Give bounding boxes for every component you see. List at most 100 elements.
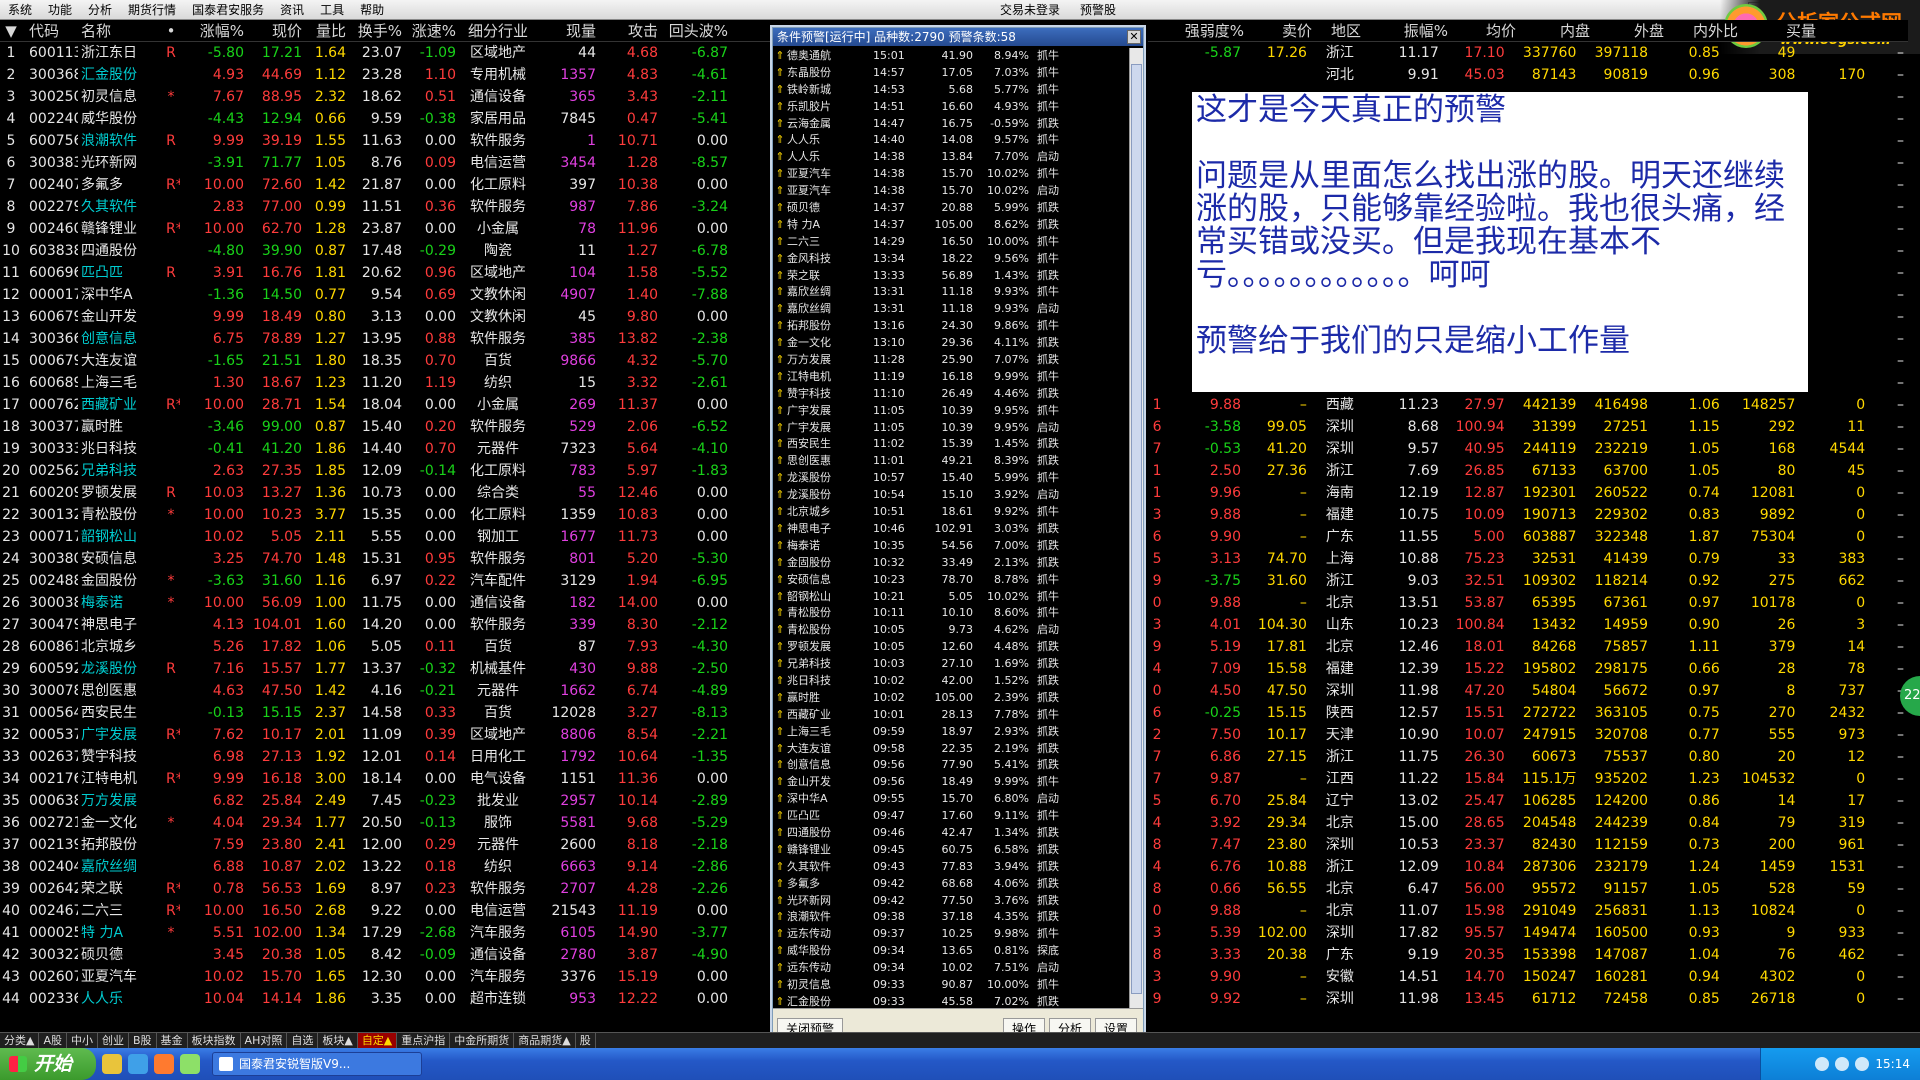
alert-row[interactable]: ⇑ 远东传动 09:34 10.02 7.51% 启动 — [773, 960, 1129, 977]
alert-row[interactable]: ⇑ 青松股份 10:11 10.10 8.60% 抓牛 — [773, 605, 1129, 622]
menu-futures[interactable]: 期货行情 — [120, 0, 184, 20]
table-row[interactable]: 1 2.50 27.36 浙江 7.69 26.85 67133 63700 1.05 80 45– — [1148, 460, 1908, 482]
close-icon[interactable]: ✕ — [1127, 30, 1141, 44]
table-row[interactable]: 16 600689 上海三毛 1.30 18.67 1.23 11.20 1.19 纺织 15 3.… — [0, 372, 772, 394]
tab-10[interactable]: 自定▲ — [357, 1033, 398, 1048]
alert-row[interactable]: ⇑ 久其软件 09:43 77.83 3.94% 抓跌 — [773, 859, 1129, 876]
alert-row[interactable]: ⇑ 铁岭新城 14:53 5.68 5.77% 抓牛 — [773, 82, 1129, 99]
column-header[interactable]: • — [166, 20, 180, 41]
alert-row[interactable]: ⇑ 人人乐 14:40 14.08 9.57% 抓牛 — [773, 132, 1129, 149]
alert-row[interactable]: ⇑ 荣之联 13:33 56.89 1.43% 抓跌 — [773, 268, 1129, 285]
table-row[interactable]: 30 300078 思创医惠 4.63 47.50 1.42 4.16 -0.21 元器件 166… — [0, 680, 772, 702]
alert-row[interactable]: ⇑ 思创医惠 11:01 49.21 8.39% 抓跌 — [773, 453, 1129, 470]
table-row[interactable]: 9002460赣锋锂业R*10.0062.701.2823.870.00小金属7… — [0, 218, 772, 240]
alert-row[interactable]: ⇑ 浪潮软件 09:38 37.18 4.35% 抓跌 — [773, 909, 1129, 926]
tab-14[interactable]: 股 — [576, 1033, 596, 1048]
column-header[interactable]: 外盘 — [1594, 20, 1668, 41]
table-row[interactable]: 37 002139 拓邦股份 7.59 23.80 2.41 12.00 0.29 元器件 260… — [0, 834, 772, 856]
tab-7[interactable]: AH对照 — [241, 1033, 288, 1048]
alert-row[interactable]: ⇑ 龙溪股份 10:57 15.40 5.99% 抓牛 — [773, 470, 1129, 487]
alert-row[interactable]: ⇑ 万方发展 11:28 25.90 7.07% 抓跌 — [773, 352, 1129, 369]
alert-row[interactable]: ⇑ 光环新网 09:42 77.50 3.76% 抓跌 — [773, 893, 1129, 910]
alert-row[interactable]: ⇑ 兄弟科技 10:03 27.10 1.69% 抓跌 — [773, 656, 1129, 673]
table-row[interactable]: 22 300132 青松股份 * 10.00 10.23 3.77 15.35 0.00 化工原料… — [0, 504, 772, 526]
tab-5[interactable]: 基金 — [157, 1033, 188, 1048]
table-row[interactable]: 7 6.86 27.15 浙江 11.75 26.30 60673 75537 0.80 20 12… — [1148, 746, 1908, 768]
table-row[interactable]: 河北 9.91 45.03 87143 90819 0.96 308 170– — [1148, 64, 1908, 86]
menu-help[interactable]: 帮助 — [352, 0, 392, 20]
table-row[interactable]: 23 000717 韶钢松山 10.02 5.05 2.11 5.55 0.00 钢加工 1677… — [0, 526, 772, 548]
network-icon[interactable] — [1815, 1057, 1830, 1071]
header-menu-icon[interactable]: ▼ — [0, 20, 26, 41]
column-header[interactable]: 名称 — [78, 20, 166, 41]
start-button[interactable]: 开始 — [0, 1048, 96, 1080]
alert-row[interactable]: ⇑ 初灵信息 09:33 90.87 10.00% 抓牛 — [773, 977, 1129, 994]
menu-tools[interactable]: 工具 — [312, 0, 352, 20]
table-row[interactable]: 0 9.88– 北京 11.07 15.98 291049 256831 1.13 10824 0… — [1148, 900, 1908, 922]
table-row[interactable]: 41 000025 特 力A * 5.51 102.00 1.34 17.29 -2.68 汽车服… — [0, 922, 772, 944]
tab-9[interactable]: 板块▲ — [318, 1033, 358, 1048]
app-icon[interactable] — [154, 1054, 174, 1074]
alert-row[interactable]: ⇑ 人人乐 14:38 13.84 7.70% 启动 — [773, 149, 1129, 166]
volume-icon[interactable] — [1835, 1057, 1850, 1071]
table-row[interactable]: 31 000564 西安民生 -0.13 15.15 2.37 14.58 0.33 百货 120… — [0, 702, 772, 724]
menu-system[interactable]: 系统 — [0, 0, 40, 20]
alert-row[interactable]: ⇑ 金一文化 13:10 29.36 4.11% 抓跌 — [773, 335, 1129, 352]
table-row[interactable]: 20 002562 兄弟科技 2.63 27.35 1.85 12.09 -0.14 化工原料 7… — [0, 460, 772, 482]
alert-row[interactable]: ⇑ 硕贝德 14:37 20.88 5.99% 抓跌 — [773, 200, 1129, 217]
column-header[interactable]: 振幅% — [1380, 20, 1452, 41]
table-row[interactable]: 13 600679 金山开发 9.99 18.49 0.80 3.13 0.00 文教休闲 45 9… — [0, 306, 772, 328]
table-row[interactable]: 1 9.88– 西藏 11.23 27.97 442139 416498 1.06 148257… — [1148, 394, 1908, 416]
table-row[interactable]: 7002407多氟多R*10.0072.601.4221.870.00化工原料3… — [0, 174, 772, 196]
table-row[interactable]: 17000762西藏矿业R*10.0028.711.5418.040.00小金属… — [0, 394, 772, 416]
column-header[interactable]: 地区 — [1316, 20, 1380, 41]
alert-row[interactable]: ⇑ 拓邦股份 13:16 24.30 9.86% 抓牛 — [773, 318, 1129, 335]
tab-6[interactable]: 板块指数 — [188, 1033, 241, 1048]
table-row[interactable]: 6 -0.25 15.15 陕西 12.57 15.51 272722 363105 0.75 2… — [1148, 702, 1908, 724]
column-header[interactable]: 现价 — [248, 20, 306, 41]
alert-row[interactable]: ⇑ 云海金属 14:47 16.75 -0.59% 抓跌 — [773, 116, 1129, 133]
table-row[interactable]: 42 300322 硕贝德 3.45 20.38 1.05 8.42 -0.09 通信设备 278… — [0, 944, 772, 966]
column-header[interactable]: 换手% — [350, 20, 406, 41]
table-row[interactable]: 43 002607 亚夏汽车 10.02 15.70 1.65 12.30 0.00 汽车服务 3… — [0, 966, 772, 988]
table-row[interactable]: 4 3.92 29.34 北京 15.00 28.65 204548 244239 0.84 79… — [1148, 812, 1908, 834]
table-row[interactable]: 8 002279 久其软件 2.83 77.00 0.99 11.51 0.36 软件服务 987… — [0, 196, 772, 218]
table-row[interactable]: 6 9.90– 广东 11.55 5.00 603887 322348 1.87 75304 0– — [1148, 526, 1908, 548]
table-row[interactable]: 19 300333 兆日科技 -0.41 41.20 1.86 14.40 0.70 元器件 73… — [0, 438, 772, 460]
alert-row[interactable]: ⇑ 江特电机 11:19 16.18 9.99% 抓牛 — [773, 369, 1129, 386]
column-header[interactable]: 内外比 — [1668, 20, 1742, 41]
alert-row[interactable]: ⇑ 兆日科技 10:02 42.00 1.52% 抓跌 — [773, 673, 1129, 690]
table-row[interactable]: 8 7.47 23.80 深圳 10.53 23.37 82430 112159 0.73 200… — [1148, 834, 1908, 856]
alert-row[interactable]: ⇑ 金风科技 13:34 18.22 9.56% 抓牛 — [773, 251, 1129, 268]
alert-row[interactable]: ⇑ 德奥通航 15:01 41.90 8.94% 抓牛 — [773, 48, 1129, 65]
table-row[interactable]: 35 000638 万方发展 6.82 25.84 2.49 7.45 -0.23 批发业 295… — [0, 790, 772, 812]
alert-row[interactable]: ⇑ 亚夏汽车 14:38 15.70 10.02% 抓牛 — [773, 166, 1129, 183]
alert-row[interactable]: ⇑ 北京城乡 10:51 18.61 9.92% 抓牛 — [773, 504, 1129, 521]
tab-11[interactable]: 重点沪指 — [397, 1033, 451, 1048]
tab-3[interactable]: 创业 — [98, 1033, 129, 1048]
table-row[interactable]: 29 600592 龙溪股份 R 7.16 15.57 1.77 13.37 -0.32 机械基件… — [0, 658, 772, 680]
table-row[interactable]: 2 7.50 10.17 天津 10.90 10.07 247915 320708 0.77 55… — [1148, 724, 1908, 746]
scrollbar-thumb[interactable] — [1131, 64, 1142, 994]
alert-row[interactable]: ⇑ 神思电子 10:46 102.91 3.03% 抓跌 — [773, 521, 1129, 538]
alert-row[interactable]: ⇑ 上海三毛 09:59 18.97 2.93% 抓跌 — [773, 724, 1129, 741]
alert-row[interactable]: ⇑ 创意信息 09:56 77.90 5.41% 抓跌 — [773, 757, 1129, 774]
table-row[interactable]: 38 002404 嘉欣丝绸 6.88 10.87 2.02 13.22 0.18 纺织 6663… — [0, 856, 772, 878]
alert-row[interactable]: ⇑ 韶钢松山 10:21 5.05 10.02% 抓牛 — [773, 589, 1129, 606]
alert-row[interactable]: ⇑ 嘉欣丝绸 13:31 11.18 9.93% 抓牛 — [773, 284, 1129, 301]
alert-stocks-link[interactable]: 预警股 — [1070, 0, 1126, 20]
column-header[interactable]: 代码 — [26, 20, 78, 41]
alert-row[interactable]: ⇑ 嘉欣丝绸 13:31 11.18 9.93% 启动 — [773, 301, 1129, 318]
column-header[interactable]: 回头波% — [662, 20, 732, 41]
column-header[interactable]: 涨速% — [406, 20, 460, 41]
alert-row[interactable]: ⇑ 四通股份 09:46 42.47 1.34% 抓跌 — [773, 825, 1129, 842]
table-row[interactable]: 5 600756 浪潮软件 R 9.99 39.19 1.55 11.63 0.00 软件服务 1 1… — [0, 130, 772, 152]
column-header[interactable]: 强弱度% — [1166, 20, 1248, 41]
alert-row[interactable]: ⇑ 赞宇科技 11:10 26.49 4.46% 抓跌 — [773, 386, 1129, 403]
table-row[interactable]: 3 9.88– 福建 10.75 10.09 190713 229302 0.83 9892 0– — [1148, 504, 1908, 526]
alert-row[interactable]: ⇑ 亚夏汽车 14:38 15.70 10.02% 启动 — [773, 183, 1129, 200]
table-row[interactable]: 18 300377 赢时胜 -3.46 99.00 0.87 15.40 0.20 软件服务 52… — [0, 416, 772, 438]
security-icon[interactable] — [1855, 1057, 1870, 1071]
table-row[interactable]: 33 002637 赞宇科技 6.98 27.13 1.92 12.01 0.14 日用化工 17… — [0, 746, 772, 768]
taskbar-item-trading-app[interactable]: 国泰君安锐智版V9... — [212, 1052, 422, 1076]
